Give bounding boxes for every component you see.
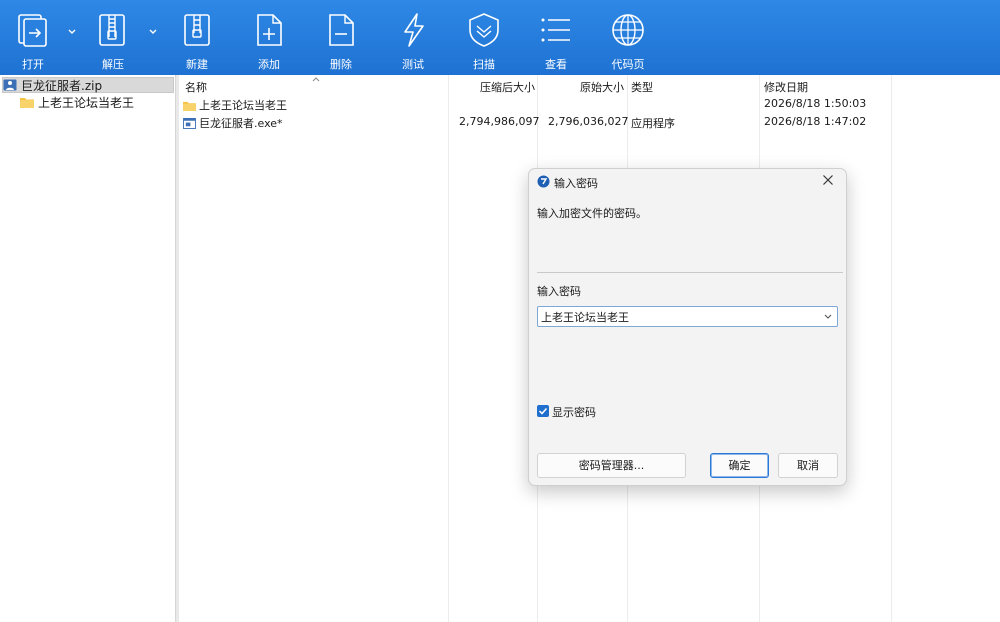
column-divider <box>891 75 892 622</box>
extract-label: 解压 <box>102 58 124 71</box>
list-view-icon <box>541 18 570 42</box>
password-combobox[interactable] <box>537 306 838 327</box>
test-label: 测试 <box>402 58 424 71</box>
row-original-size: 2,796,036,027 <box>548 115 629 128</box>
exe-file-icon <box>183 117 196 129</box>
dialog-message: 输入加密文件的密码。 <box>537 207 647 220</box>
close-icon <box>823 175 833 185</box>
row-name-cell: 巨龙征服者.exe* <box>183 115 283 131</box>
row-type: 应用程序 <box>631 117 675 130</box>
row-compressed-size: 2,794,986,097 <box>459 115 540 128</box>
globe-icon <box>612 14 644 46</box>
password-input[interactable] <box>541 308 811 325</box>
column-divider <box>448 75 449 622</box>
password-dialog: 输入密码 输入加密文件的密码。 输入密码 显示密码 密码管理器... 确定 取消 <box>528 168 847 486</box>
new-label: 新建 <box>186 58 208 71</box>
archive-icon <box>3 79 17 91</box>
close-button[interactable] <box>818 173 838 191</box>
extract-dropdown-chevron-icon[interactable] <box>147 26 159 38</box>
cancel-button[interactable]: 取消 <box>778 453 838 478</box>
add-label: 添加 <box>258 58 280 71</box>
show-password-checkbox[interactable] <box>537 405 549 417</box>
open-button[interactable]: 打开 <box>3 0 63 75</box>
tree-item-archive[interactable]: 巨龙征服者.zip <box>2 77 174 93</box>
app-icon <box>537 175 550 188</box>
lightning-icon <box>404 13 424 47</box>
toolbar: 打开 解压 新建 添加 删除 测试 扫描 查看 代码页 <box>0 0 1000 75</box>
zip-extract-icon <box>99 14 125 46</box>
view-label: 查看 <box>545 58 567 71</box>
shield-icon <box>469 13 499 47</box>
open-label: 打开 <box>22 58 44 71</box>
scan-button[interactable]: 扫描 <box>454 0 514 75</box>
codepage-button[interactable]: 代码页 <box>598 0 658 75</box>
dialog-separator <box>537 272 843 273</box>
sort-ascending-icon <box>312 77 320 82</box>
new-button[interactable]: 新建 <box>167 0 227 75</box>
folder-tree: 巨龙征服者.zip 上老王论坛当老王 <box>0 75 176 622</box>
open-icon <box>18 14 47 47</box>
open-dropdown-chevron-icon[interactable] <box>66 26 78 38</box>
folder-icon <box>183 101 196 111</box>
delete-label: 删除 <box>330 58 352 71</box>
show-password-label[interactable]: 显示密码 <box>552 404 596 420</box>
table-row[interactable]: 上老王论坛当老王 2026/8/18 1:50:03 <box>179 95 891 112</box>
scan-label: 扫描 <box>473 58 495 71</box>
folder-icon <box>20 98 34 108</box>
tree-item-folder-label: 上老王论坛当老王 <box>38 95 135 110</box>
add-button[interactable]: 添加 <box>239 0 299 75</box>
test-button[interactable]: 测试 <box>383 0 443 75</box>
column-header-compressed[interactable]: 压缩后大小 <box>480 79 535 95</box>
table-row[interactable]: 巨龙征服者.exe* 2,794,986,097 2,796,036,027 应… <box>179 113 891 130</box>
tree-item-archive-label: 巨龙征服者.zip <box>21 78 103 93</box>
row-name: 上老王论坛当老王 <box>199 99 287 112</box>
dialog-title: 输入密码 <box>554 177 598 190</box>
column-header-original[interactable]: 原始大小 <box>580 79 624 95</box>
row-name: 巨龙征服者.exe* <box>199 117 283 130</box>
checkmark-icon <box>538 407 548 415</box>
delete-button[interactable]: 删除 <box>311 0 371 75</box>
password-manager-button[interactable]: 密码管理器... <box>537 453 686 478</box>
delete-file-icon <box>329 14 354 46</box>
extract-button[interactable]: 解压 <box>83 0 143 75</box>
password-field-label: 输入密码 <box>537 285 581 298</box>
view-button[interactable]: 查看 <box>526 0 586 75</box>
add-file-icon <box>257 14 282 46</box>
column-header-modified[interactable]: 修改日期 <box>764 79 808 95</box>
codepage-label: 代码页 <box>611 58 645 71</box>
row-modified: 2026/8/18 1:47:02 <box>764 115 867 128</box>
row-modified: 2026/8/18 1:50:03 <box>764 97 867 110</box>
ok-button[interactable]: 确定 <box>710 453 769 478</box>
row-name-cell: 上老王论坛当老王 <box>183 97 287 113</box>
tree-item-folder[interactable]: 上老王论坛当老王 <box>20 94 170 110</box>
column-header-name[interactable]: 名称 <box>185 79 207 95</box>
chevron-down-icon[interactable] <box>822 310 834 322</box>
new-archive-icon <box>184 14 210 46</box>
column-header-type[interactable]: 类型 <box>631 79 653 95</box>
